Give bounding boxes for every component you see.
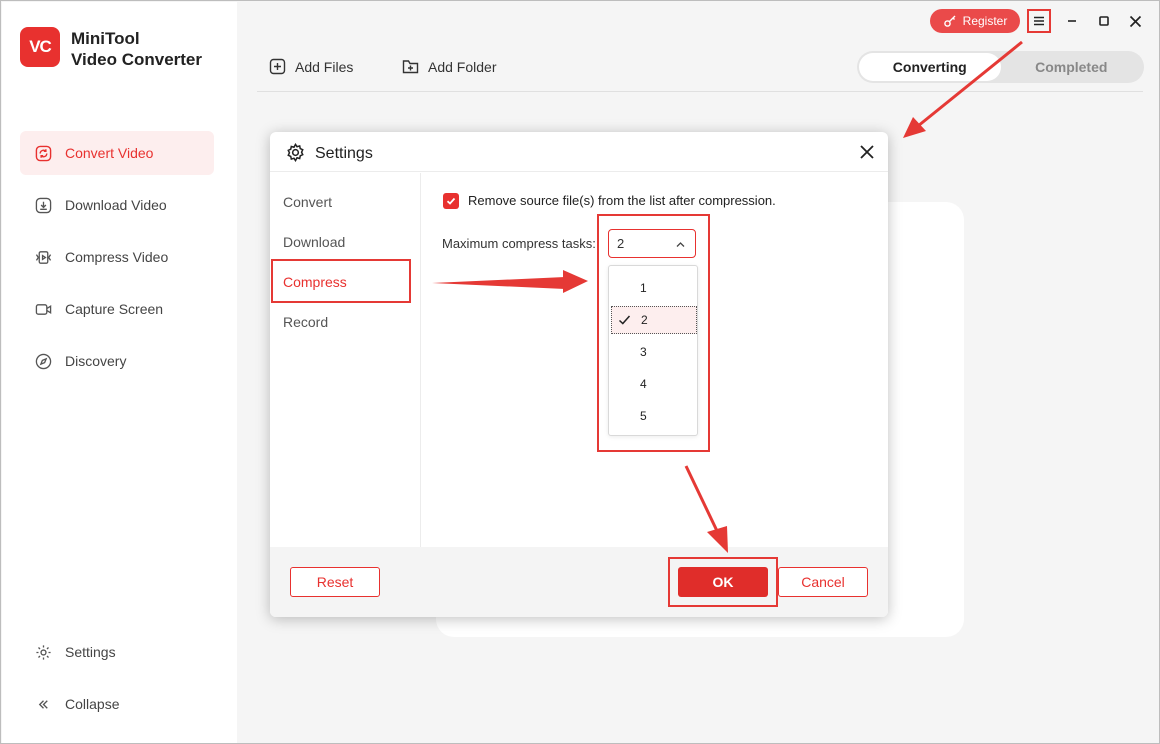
- camera-icon: [34, 300, 52, 318]
- add-file-icon: [269, 58, 286, 75]
- key-icon: [943, 15, 956, 27]
- gear-icon: [287, 143, 304, 162]
- dialog-footer: Reset OK Cancel: [270, 547, 888, 617]
- status-tabs: Converting Completed: [857, 51, 1144, 83]
- app-logo: VC: [20, 27, 60, 67]
- add-files-label: Add Files: [295, 58, 354, 75]
- settings-menu-record[interactable]: Record: [283, 314, 328, 330]
- sidebar-item-label: Discovery: [65, 353, 127, 369]
- close-icon: [1129, 15, 1141, 27]
- app-title-line2: Video Converter: [71, 50, 203, 69]
- double-chevron-left-icon: [34, 695, 52, 713]
- app-title: MiniTool Video Converter: [71, 28, 202, 70]
- max-tasks-label: Maximum compress tasks:: [442, 236, 596, 251]
- sidebar-item-label: Compress Video: [65, 249, 169, 265]
- sidebar-item-collapse[interactable]: Collapse: [20, 682, 214, 726]
- highlight-ok-button: [668, 557, 778, 607]
- remove-source-checkbox[interactable]: [443, 193, 459, 209]
- sidebar-item-discovery[interactable]: Discovery: [20, 339, 214, 383]
- toolbar-divider: [257, 91, 1143, 92]
- sidebar-item-compress-video[interactable]: Compress Video: [20, 235, 214, 279]
- sidebar-item-settings[interactable]: Settings: [20, 630, 214, 674]
- remove-source-label: Remove source file(s) from the list afte…: [468, 193, 776, 208]
- close-icon[interactable]: [858, 143, 876, 161]
- sidebar-bottom: Settings Collapse: [20, 630, 214, 734]
- highlight-compress-menu: [271, 259, 411, 303]
- sidebar: VC MiniTool Video Converter Convert Vide…: [2, 2, 237, 743]
- checkmark-icon: [446, 197, 456, 205]
- download-icon: [34, 196, 52, 214]
- convert-icon: [34, 144, 52, 162]
- compass-icon: [34, 352, 52, 370]
- app-title-line1: MiniTool: [71, 29, 140, 48]
- maximize-icon: [1099, 16, 1109, 26]
- tab-completed[interactable]: Completed: [1001, 53, 1143, 81]
- dialog-header: Settings: [270, 132, 888, 172]
- settings-menu-convert[interactable]: Convert: [283, 194, 332, 210]
- cancel-button[interactable]: Cancel: [778, 567, 868, 597]
- minimize-icon: [1068, 20, 1076, 22]
- settings-dialog: Settings Convert Download Compress Recor…: [270, 132, 888, 617]
- sidebar-item-download-video[interactable]: Download Video: [20, 183, 214, 227]
- menu-button[interactable]: [1027, 9, 1051, 33]
- sidebar-item-convert-video[interactable]: Convert Video: [20, 131, 214, 175]
- compress-icon: [34, 248, 52, 266]
- add-folder-button[interactable]: Add Folder: [402, 58, 496, 75]
- sidebar-nav: Convert Video Download Video Compress Vi…: [20, 131, 214, 391]
- reset-button[interactable]: Reset: [290, 567, 380, 597]
- close-window-button[interactable]: [1124, 10, 1146, 32]
- maximize-button[interactable]: [1093, 10, 1115, 32]
- sidebar-item-label: Collapse: [65, 696, 120, 712]
- register-label: Register: [962, 14, 1008, 28]
- dialog-title: Settings: [315, 145, 373, 162]
- register-button[interactable]: Register: [930, 9, 1020, 33]
- sidebar-item-label: Download Video: [65, 197, 167, 213]
- gear-icon: [34, 643, 52, 661]
- tab-converting[interactable]: Converting: [859, 53, 1001, 81]
- minimize-button[interactable]: [1061, 10, 1083, 32]
- top-toolbar: Register Add Files Add Folder Converting…: [237, 2, 1159, 92]
- settings-menu: Convert Download Compress Record: [270, 173, 421, 547]
- add-folder-icon: [402, 60, 419, 74]
- add-folder-label: Add Folder: [428, 58, 497, 75]
- hamburger-icon: [1034, 16, 1044, 26]
- add-files-button[interactable]: Add Files: [269, 58, 353, 75]
- settings-menu-download[interactable]: Download: [283, 234, 345, 250]
- sidebar-item-label: Settings: [65, 644, 116, 660]
- highlight-dropdown: [597, 214, 710, 452]
- sidebar-item-label: Capture Screen: [65, 301, 164, 317]
- sidebar-item-label: Convert Video: [65, 145, 154, 161]
- sidebar-item-capture-screen[interactable]: Capture Screen: [20, 287, 214, 331]
